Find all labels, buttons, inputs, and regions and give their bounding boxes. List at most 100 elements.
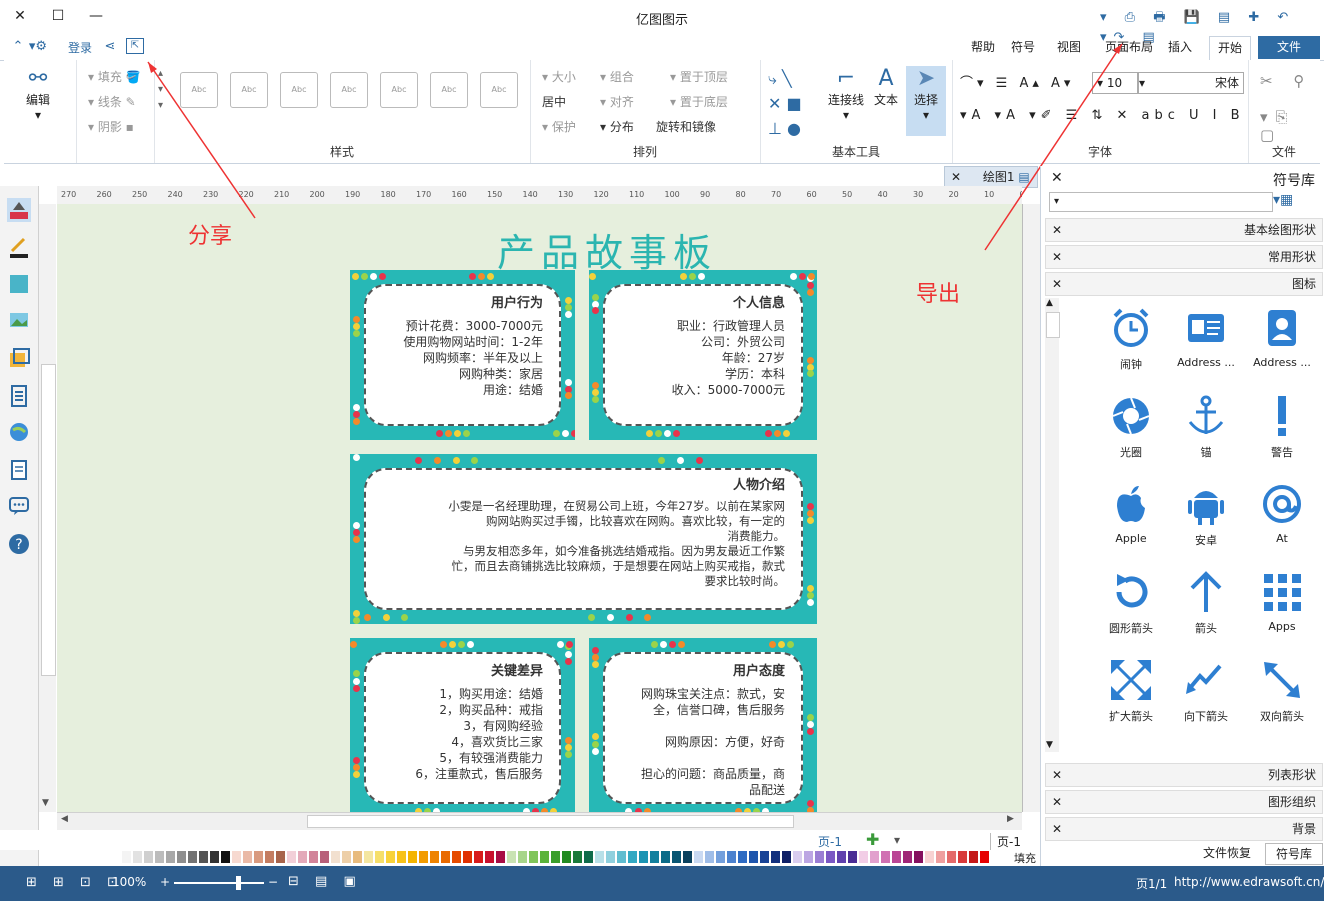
fit-buttons[interactable]: ⊟ ▤ ▣ <box>288 874 362 889</box>
zoom-in-icon[interactable]: − <box>268 875 278 889</box>
color-swatch[interactable] <box>716 851 725 863</box>
color-swatch[interactable] <box>331 851 340 863</box>
zoom-value[interactable]: 100% <box>112 875 146 889</box>
color-swatch[interactable] <box>122 851 131 863</box>
color-swatch[interactable] <box>375 851 384 863</box>
circular-arrow-icon[interactable]: 圆形箭头 <box>1096 570 1166 655</box>
color-swatch[interactable] <box>661 851 670 863</box>
color-swatch[interactable] <box>276 851 285 863</box>
color-swatch[interactable] <box>969 851 978 863</box>
color-swatch[interactable] <box>353 851 362 863</box>
contact-card-icon[interactable]: Address ... <box>1171 306 1241 391</box>
color-swatch[interactable] <box>496 851 505 863</box>
tab-symbol-library[interactable]: 符号库 <box>1265 843 1323 865</box>
zoom-slider[interactable] <box>174 882 264 884</box>
color-swatch[interactable] <box>617 851 626 863</box>
color-swatch[interactable] <box>870 851 879 863</box>
add-page-icon[interactable]: ✚ <box>866 830 879 849</box>
color-swatch[interactable] <box>254 851 263 863</box>
address-book-icon[interactable]: Address ... <box>1247 306 1317 391</box>
color-swatch[interactable] <box>892 851 901 863</box>
color-swatch[interactable] <box>683 851 692 863</box>
color-swatch[interactable] <box>606 851 615 863</box>
color-swatch[interactable] <box>650 851 659 863</box>
color-swatch[interactable] <box>584 851 593 863</box>
double-arrow-icon[interactable]: 双向箭头 <box>1247 658 1317 743</box>
section-basic-shapes[interactable]: ✕ 基本绘图形状 <box>1045 218 1323 242</box>
color-swatch[interactable] <box>529 851 538 863</box>
color-swatch[interactable] <box>133 851 142 863</box>
color-swatch[interactable] <box>265 851 274 863</box>
color-swatch[interactable] <box>540 851 549 863</box>
panel-scrollbar[interactable]: ▲ ▼ <box>1045 298 1060 752</box>
exclamation-icon[interactable]: 警告 <box>1247 394 1317 479</box>
color-swatch[interactable] <box>804 851 813 863</box>
color-swatch[interactable] <box>925 851 934 863</box>
color-swatch[interactable] <box>188 851 197 863</box>
color-swatch[interactable] <box>848 851 857 863</box>
color-swatch[interactable] <box>463 851 472 863</box>
section-common-shapes[interactable]: ✕ 常用形状 <box>1045 245 1323 269</box>
color-swatch[interactable] <box>309 851 318 863</box>
color-swatch[interactable] <box>507 851 516 863</box>
apps-grid-icon[interactable]: Apps <box>1247 570 1317 655</box>
color-swatch[interactable] <box>210 851 219 863</box>
library-menu-icon[interactable]: ▾▦ <box>1273 192 1293 208</box>
arrow-up-icon[interactable]: 箭头 <box>1171 570 1241 655</box>
color-swatch[interactable] <box>782 851 791 863</box>
color-swatch[interactable] <box>914 851 923 863</box>
color-swatch[interactable] <box>287 851 296 863</box>
page-tab[interactable]: 页-1 <box>990 833 1045 850</box>
color-swatch[interactable] <box>474 851 483 863</box>
color-swatch[interactable] <box>199 851 208 863</box>
color-swatch[interactable] <box>243 851 252 863</box>
color-swatch[interactable] <box>364 851 373 863</box>
color-swatch[interactable] <box>221 851 230 863</box>
color-swatch[interactable] <box>837 851 846 863</box>
section-background[interactable]: ✕ 背景 <box>1045 817 1323 841</box>
color-swatch[interactable] <box>298 851 307 863</box>
color-swatch[interactable] <box>452 851 461 863</box>
document-icon[interactable] <box>7 458 31 482</box>
color-swatch[interactable] <box>639 851 648 863</box>
card-key-differences[interactable]: 关键差异 1，购买用途：结婚 2，购买品种：戒指 3，有网购经验 4，喜欢货比三… <box>350 638 575 812</box>
color-swatch[interactable] <box>320 851 329 863</box>
color-swatch[interactable] <box>672 851 681 863</box>
color-swatch[interactable] <box>903 851 912 863</box>
color-swatch[interactable] <box>738 851 747 863</box>
color-swatch[interactable] <box>694 851 703 863</box>
horizontal-scrollbar[interactable]: ◀ ▶ <box>57 812 1022 830</box>
color-swatch[interactable] <box>562 851 571 863</box>
color-swatch[interactable] <box>551 851 560 863</box>
card-user-attitude[interactable]: 用户态度 网购珠宝关注点：款式，安 全，信誉口碑，售后服务 网购原因：方便，好奇… <box>589 638 817 812</box>
color-swatch[interactable] <box>628 851 637 863</box>
section-graphic-org[interactable]: ✕ 图形组织 <box>1045 790 1323 814</box>
color-swatch[interactable] <box>232 851 241 863</box>
color-swatch[interactable] <box>771 851 780 863</box>
zoom-out-icon[interactable]: + <box>160 875 170 889</box>
color-swatch[interactable] <box>573 851 582 863</box>
website-url[interactable]: http://www.edrawsoft.cn/ <box>1174 875 1324 889</box>
zoom-slider-handle[interactable] <box>236 876 241 890</box>
view-buttons[interactable]: ⊞ ⊞ ⊡ ⊡ <box>26 875 124 890</box>
color-swatch[interactable] <box>177 851 186 863</box>
color-swatch[interactable] <box>166 851 175 863</box>
section-icons[interactable]: ✕ 图标 <box>1045 272 1323 296</box>
color-swatch[interactable] <box>705 851 714 863</box>
color-swatch[interactable] <box>815 851 824 863</box>
help-icon[interactable]: ? <box>7 532 31 556</box>
color-swatch[interactable] <box>518 851 527 863</box>
color-swatch[interactable] <box>419 851 428 863</box>
color-swatch[interactable] <box>947 851 956 863</box>
color-swatch[interactable] <box>441 851 450 863</box>
at-icon[interactable]: At <box>1247 482 1317 567</box>
android-icon[interactable]: 安卓 <box>1171 482 1241 567</box>
anchor-icon[interactable]: 锚 <box>1171 394 1241 479</box>
aperture-icon[interactable]: 光圈 <box>1096 394 1166 479</box>
page-list-icon[interactable] <box>7 384 31 408</box>
page-dropdown[interactable]: ▾ <box>894 833 900 847</box>
library-search-select[interactable]: ▾ <box>1049 192 1273 212</box>
color-swatch[interactable] <box>936 851 945 863</box>
trend-down-arrow-icon[interactable]: 向下箭头 <box>1171 658 1241 743</box>
section-list-shapes[interactable]: ✕ 列表形状 <box>1045 763 1323 787</box>
